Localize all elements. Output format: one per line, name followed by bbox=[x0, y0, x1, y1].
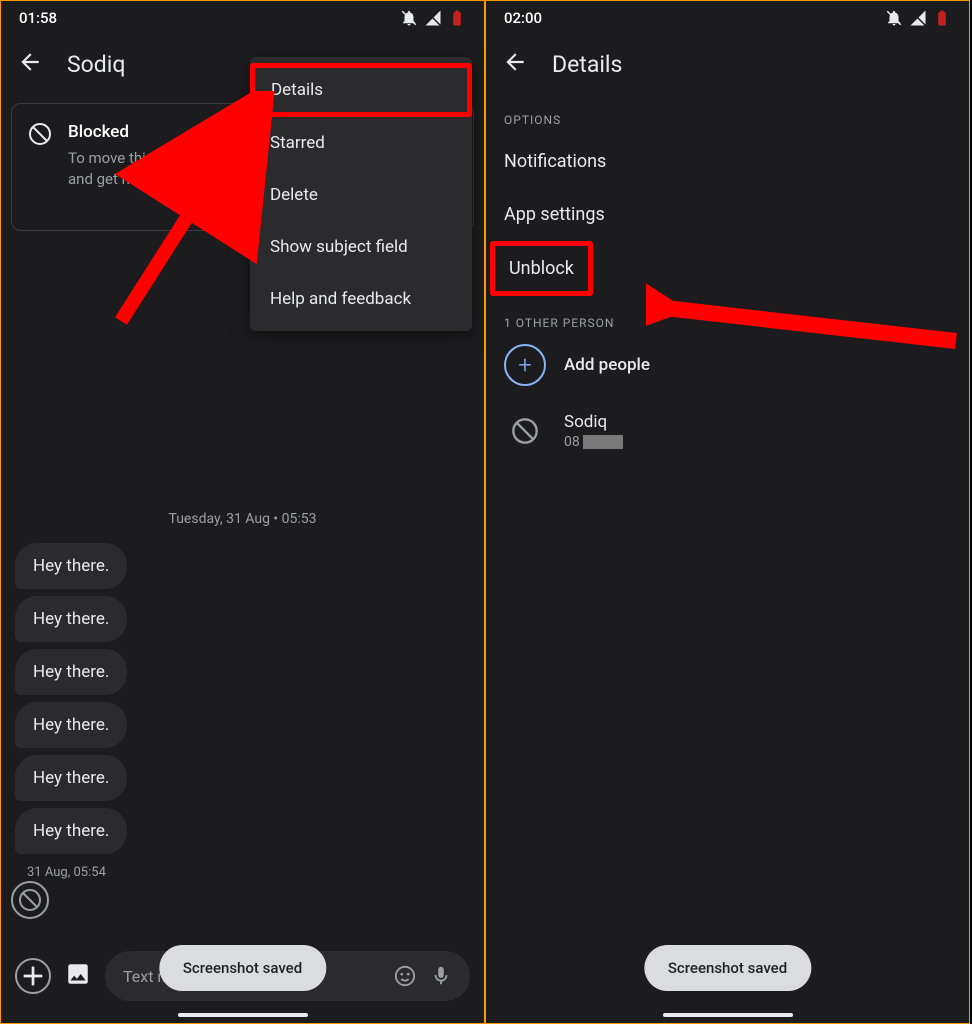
menu-delete[interactable]: Delete bbox=[250, 169, 472, 221]
page-title: Details bbox=[552, 51, 622, 78]
conversation-screen: 01:58 Sodiq Blocked To move this convers… bbox=[0, 0, 485, 1024]
section-people-label: 1 OTHER PERSON bbox=[486, 296, 969, 338]
status-icons bbox=[885, 9, 951, 27]
emoji-icon[interactable] bbox=[394, 965, 416, 987]
nav-handle[interactable] bbox=[663, 1013, 793, 1017]
mic-icon[interactable] bbox=[430, 965, 452, 987]
signal-icon bbox=[909, 9, 927, 27]
section-options-label: OPTIONS bbox=[486, 93, 969, 135]
option-notifications[interactable]: Notifications bbox=[486, 135, 969, 188]
back-button[interactable] bbox=[502, 49, 528, 79]
message-bubble[interactable]: Hey there. bbox=[15, 808, 127, 854]
person-number: 08 bbox=[564, 434, 623, 450]
status-icons bbox=[400, 9, 466, 27]
gallery-button[interactable] bbox=[65, 961, 91, 991]
back-button[interactable] bbox=[17, 49, 43, 79]
person-row[interactable]: Sodiq 08 bbox=[486, 400, 969, 462]
overflow-menu: Details Starred Delete Show subject fiel… bbox=[250, 57, 472, 331]
add-people-button[interactable]: + Add people bbox=[486, 338, 969, 400]
block-icon bbox=[28, 122, 52, 190]
toast-screenshot-saved: Screenshot saved bbox=[159, 945, 326, 991]
menu-details[interactable]: Details bbox=[250, 63, 472, 117]
status-bar: 01:58 bbox=[1, 1, 484, 31]
dnd-icon bbox=[885, 9, 903, 27]
message-bubble[interactable]: Hey there. bbox=[15, 702, 127, 748]
message-timestamp: 31 Aug, 05:54 bbox=[27, 865, 470, 880]
status-bar: 02:00 bbox=[486, 1, 969, 31]
details-screen: 02:00 Details OPTIONS Notifications App … bbox=[485, 0, 970, 1024]
message-bubble[interactable]: Hey there. bbox=[15, 649, 127, 695]
menu-help[interactable]: Help and feedback bbox=[250, 273, 472, 325]
menu-show-subject[interactable]: Show subject field bbox=[250, 221, 472, 273]
redacted-number bbox=[583, 435, 623, 449]
plus-icon: + bbox=[504, 344, 546, 386]
attach-button[interactable] bbox=[15, 958, 51, 994]
nav-handle[interactable] bbox=[178, 1013, 308, 1017]
toast-screenshot-saved: Screenshot saved bbox=[644, 945, 811, 991]
message-list: Hey there. Hey there. Hey there. Hey the… bbox=[1, 543, 484, 880]
block-icon bbox=[504, 410, 546, 452]
message-bubble[interactable]: Hey there. bbox=[15, 755, 127, 801]
person-name: Sodiq bbox=[564, 412, 623, 432]
option-app-settings[interactable]: App settings bbox=[486, 188, 969, 241]
status-clock: 02:00 bbox=[504, 9, 542, 27]
option-unblock[interactable]: Unblock bbox=[490, 241, 593, 296]
battery-icon bbox=[933, 9, 951, 27]
dnd-icon bbox=[400, 9, 418, 27]
status-clock: 01:58 bbox=[19, 9, 57, 27]
contact-name: Sodiq bbox=[67, 51, 125, 78]
details-header: Details bbox=[486, 31, 969, 93]
add-people-label: Add people bbox=[564, 355, 650, 375]
menu-starred[interactable]: Starred bbox=[250, 117, 472, 169]
conversation-timestamp: Tuesday, 31 Aug • 05:53 bbox=[1, 511, 484, 527]
battery-icon bbox=[448, 9, 466, 27]
message-bubble[interactable]: Hey there. bbox=[15, 543, 127, 589]
blocked-indicator-icon bbox=[11, 881, 49, 919]
signal-icon bbox=[424, 9, 442, 27]
message-bubble[interactable]: Hey there. bbox=[15, 596, 127, 642]
